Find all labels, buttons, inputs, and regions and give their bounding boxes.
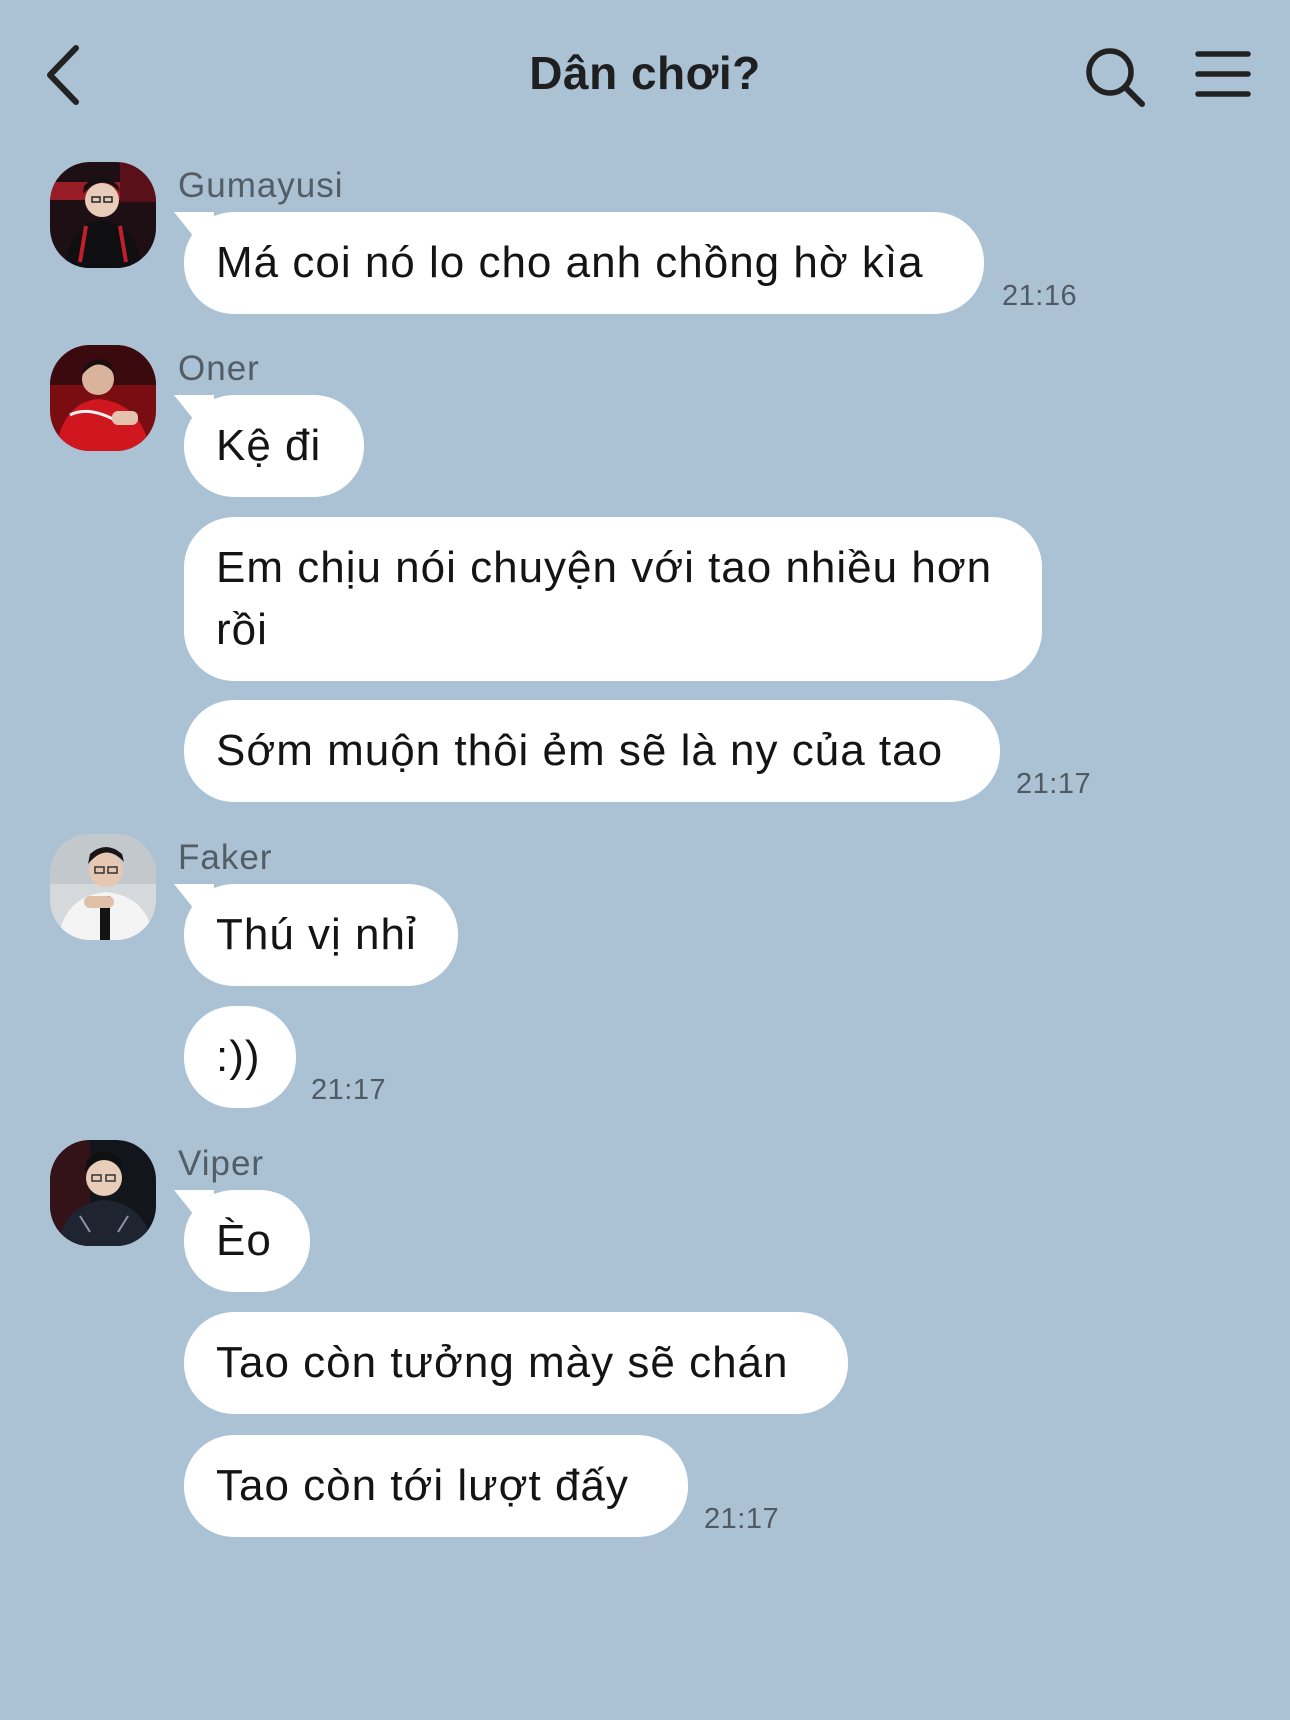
chat-header: Dân chơi? (0, 0, 1290, 150)
sender-name: Viper (178, 1144, 265, 1183)
avatar[interactable] (50, 162, 156, 268)
sender-name: Oner (178, 349, 260, 388)
menu-button[interactable] (1194, 46, 1254, 106)
message-bubble[interactable]: Má coi nó lo cho anh chồng hờ kìa (184, 212, 984, 314)
message-bubble[interactable]: Sớm muộn thôi ẻm sẽ là ny của tao (184, 700, 1000, 802)
sender-name: Gumayusi (178, 166, 344, 205)
message-time: 21:17 (311, 1074, 387, 1106)
search-button[interactable] (1082, 44, 1148, 110)
message-bubble[interactable]: Em chịu nói chuyện với tao nhiều hơn rồi (184, 517, 1042, 681)
avatar[interactable] (50, 834, 156, 940)
avatar[interactable] (50, 345, 156, 451)
message-time: 21:17 (1016, 768, 1092, 800)
message-time: 21:17 (704, 1503, 780, 1535)
message-bubble[interactable]: Thú vị nhỉ (184, 884, 458, 986)
message-bubble[interactable]: :)) (184, 1006, 296, 1108)
message-bubble[interactable]: Èo (184, 1190, 310, 1292)
message-bubble[interactable]: Tao còn tới lượt đấy (184, 1435, 688, 1537)
sender-name: Faker (178, 838, 273, 877)
message-bubble[interactable]: Kệ đi (184, 395, 364, 497)
search-icon (1086, 48, 1145, 107)
message-time: 21:16 (1002, 280, 1078, 312)
avatar[interactable] (50, 1140, 156, 1246)
hamburger-menu-icon (1195, 51, 1251, 97)
message-bubble[interactable]: Tao còn tưởng mày sẽ chán (184, 1312, 848, 1414)
